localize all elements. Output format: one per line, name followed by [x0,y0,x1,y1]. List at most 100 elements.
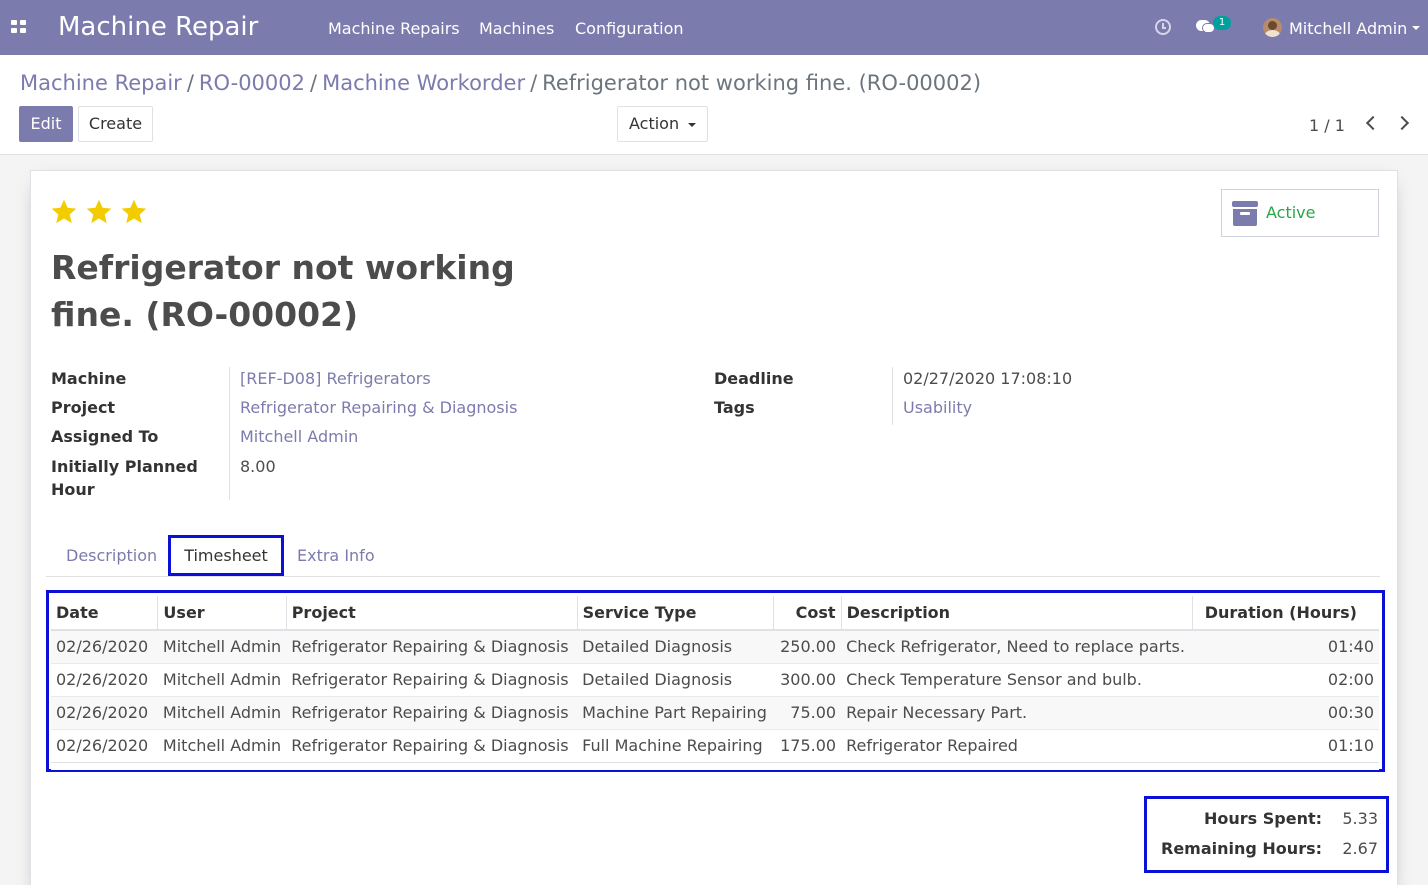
table-header-row: Date User Project Service Type Cost Desc… [51,596,1379,631]
table-row[interactable]: 02/26/2020 Mitchell Admin Refrigerator R… [51,728,1379,762]
cell-duration: 02:00 [1192,662,1379,696]
cell-date: 02/26/2020 [51,662,158,696]
column-header-date[interactable]: Date [51,596,159,631]
table-row[interactable]: 02/26/2020 Mitchell Admin Refrigerator R… [51,695,1379,729]
column-header-service-type[interactable]: Service Type [577,596,774,631]
top-navbar: Machine Repair Machine Repairs Machines … [0,0,1428,55]
field-label-project: Project [51,398,116,417]
control-panel: Machine Repair / RO-00002/Machine Workorde… [0,55,1428,155]
breadcrumb-separator: / [530,71,538,95]
cell-description: Check Refrigerator, Need to replace part… [841,629,1193,663]
cell-cost: 250.00 [773,629,842,663]
pager-value[interactable]: 1 / 1 [1309,116,1345,135]
active-toggle-button[interactable]: Active [1221,189,1379,237]
cell-date: 02/26/2020 [51,629,158,663]
user-menu[interactable]: Mitchell Admin [1289,19,1407,38]
action-label: Action [629,114,680,133]
action-caret-icon [688,123,696,127]
cell-project: Refrigerator Repairing & Diagnosis [286,695,578,729]
edit-button[interactable]: Edit [19,106,73,142]
breadcrumb: Machine Repair / RO-00002/Machine Workorde… [20,71,981,95]
user-avatar[interactable] [1263,18,1282,37]
remaining-hours-label: Remaining Hours: [1161,839,1322,858]
cell-user: Mitchell Admin [157,695,287,729]
chat-counter-badge: 1 [1213,16,1231,30]
active-label: Active [1266,203,1316,222]
field-value-project[interactable]: Refrigerator Repairing & Diagnosis [240,396,517,419]
hours-spent-label: Hours Spent: [1204,809,1323,828]
tabs-divider [46,576,1380,577]
cell-user: Mitchell Admin [157,728,287,762]
breadcrumb-ro-00002[interactable]: RO-00002 [199,71,305,95]
cell-project: Refrigerator Repairing & Diagnosis [286,662,578,696]
column-header-cost[interactable]: Cost [773,596,842,631]
star-icon[interactable] [85,198,113,226]
cell-duration: 01:40 [1192,629,1379,663]
breadcrumb-current: Refrigerator not working fine. (RO-00002… [542,71,982,95]
cell-service-type: Detailed Diagnosis [577,662,774,696]
app-title[interactable]: Machine Repair [58,12,258,42]
cell-date: 02/26/2020 [51,695,158,729]
cell-service-type: Machine Part Repairing [577,695,774,729]
tab-description[interactable]: Description [66,546,157,565]
cell-cost: 75.00 [773,695,842,729]
activity-clock-icon[interactable] [1155,19,1171,35]
remaining-hours-value: 2.67 [1342,839,1378,858]
breadcrumb-machine-workorder[interactable]: Machine Workorder [322,71,525,95]
cell-cost: 300.00 [773,662,842,696]
cell-description: Repair Necessary Part. [841,695,1193,729]
cell-date: 02/26/2020 [51,728,158,762]
field-value-machine[interactable]: [REF-D08] Refrigerators [240,367,431,390]
action-dropdown-button[interactable]: Action [617,106,708,142]
field-label-deadline: Deadline [714,369,794,388]
archive-icon [1232,201,1258,227]
pager-next-icon[interactable] [1394,115,1410,131]
field-value-deadline[interactable]: 02/27/2020 17:08:10 [903,367,1072,390]
breadcrumb-separator: / [186,71,194,95]
cell-duration: 00:30 [1192,695,1379,729]
field-separator [892,367,893,425]
field-label-planned-hour: Initially Planned Hour [51,457,198,499]
cell-user: Mitchell Admin [157,662,287,696]
cell-user: Mitchell Admin [157,629,287,663]
cell-project: Refrigerator Repairing & Diagnosis [286,629,578,663]
column-header-user[interactable]: User [157,596,287,631]
cell-duration: 01:10 [1192,728,1379,762]
breadcrumb-separator: / [310,71,318,95]
menu-machines[interactable]: Machines [479,19,554,38]
hours-spent-value: 5.33 [1342,809,1378,828]
cell-project: Refrigerator Repairing & Diagnosis [286,728,578,762]
cell-description: Check Temperature Sensor and bulb. [841,662,1193,696]
column-header-duration[interactable]: Duration (Hours) [1192,596,1379,631]
tab-timesheet[interactable]: Timesheet [168,535,284,576]
timesheet-table: Date User Project Service Type Cost Desc… [51,596,1379,770]
field-value-planned-hour[interactable]: 8.00 [240,455,276,478]
cell-service-type: Full Machine Repairing [577,728,774,762]
star-icon[interactable] [120,198,148,226]
table-row[interactable]: 02/26/2020 Mitchell Admin Refrigerator R… [51,662,1379,696]
field-value-assigned-to[interactable]: Mitchell Admin [240,425,358,448]
menu-machine-repairs[interactable]: Machine Repairs [328,19,460,38]
totals-highlight [1144,796,1389,873]
cell-description: Refrigerator Repaired [841,728,1193,762]
column-header-project[interactable]: Project [286,596,578,631]
apps-menu-icon[interactable] [11,20,27,34]
field-label-machine: Machine [51,369,127,388]
tab-extra-info[interactable]: Extra Info [297,546,375,565]
pager-previous-icon[interactable] [1365,115,1381,131]
column-header-description[interactable]: Description [841,596,1193,631]
star-icon[interactable] [50,198,78,226]
create-button[interactable]: Create [78,106,153,142]
user-caret-icon[interactable] [1412,26,1420,30]
field-value-tags[interactable]: Usability [903,396,972,419]
breadcrumb-machine-repair[interactable]: Machine Repair [20,71,182,95]
table-row[interactable]: 02/26/2020 Mitchell Admin Refrigerator R… [51,629,1379,663]
cell-service-type: Detailed Diagnosis [577,629,774,663]
field-label-assigned-to: Assigned To [51,427,159,446]
record-title: Refrigerator not working fine. (RO-00002… [51,248,515,334]
table-footer-row [51,761,1379,770]
field-separator [229,367,230,500]
field-label-tags: Tags [714,398,755,417]
menu-configuration[interactable]: Configuration [575,19,684,38]
cell-cost: 175.00 [773,728,842,762]
